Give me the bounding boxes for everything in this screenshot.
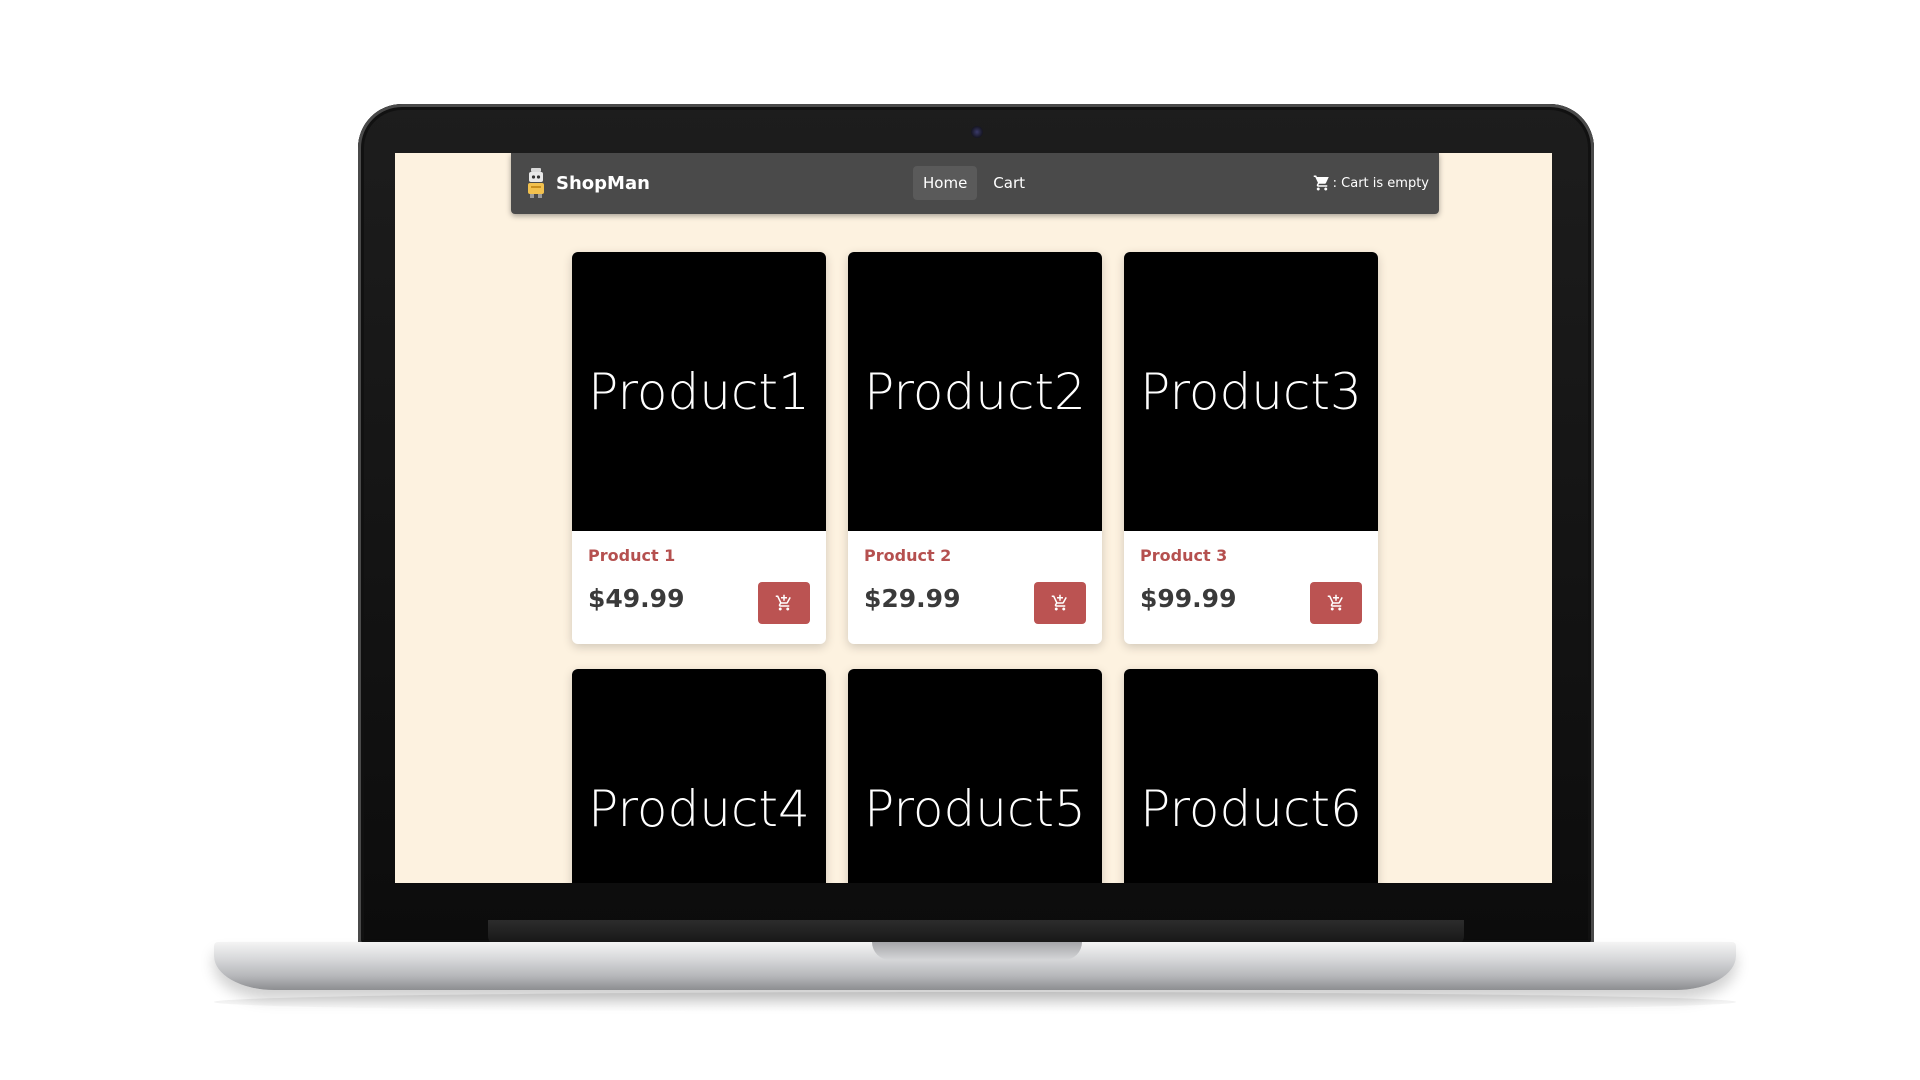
webcam-icon bbox=[971, 126, 983, 138]
product-image[interactable]: Product6 bbox=[1124, 669, 1378, 883]
product-image[interactable]: Product5 bbox=[848, 669, 1102, 883]
product-card[interactable]: Product6 bbox=[1124, 669, 1378, 883]
product-card[interactable]: Product4 bbox=[572, 669, 826, 883]
add-to-cart-icon bbox=[1327, 594, 1343, 611]
product-image-label: Product6 bbox=[1140, 779, 1362, 838]
laptop-notch bbox=[872, 942, 1082, 960]
shopping-cart-icon bbox=[1313, 175, 1329, 191]
product-card-body: Product 1 $49.99 bbox=[572, 531, 826, 644]
product-image[interactable]: Product4 bbox=[572, 669, 826, 883]
product-card[interactable]: Product2 Product 2 $29.99 bbox=[848, 252, 1102, 644]
product-grid: Product1 Product 1 $49.99 Product2 Produ… bbox=[572, 252, 1378, 883]
add-to-cart-button[interactable] bbox=[1310, 582, 1362, 624]
product-title[interactable]: Product 2 bbox=[864, 546, 951, 565]
nav-links: Home Cart bbox=[913, 166, 1035, 200]
product-card[interactable]: Product1 Product 1 $49.99 bbox=[572, 252, 826, 644]
product-image[interactable]: Product2 bbox=[848, 252, 1102, 531]
add-to-cart-button[interactable] bbox=[758, 582, 810, 624]
cart-status[interactable]: : Cart is empty bbox=[1313, 174, 1429, 192]
product-card-body: Product 3 $99.99 bbox=[1124, 531, 1378, 644]
product-image-label: Product3 bbox=[1140, 362, 1362, 421]
cart-status-text: : Cart is empty bbox=[1332, 175, 1429, 191]
product-price: $99.99 bbox=[1140, 584, 1237, 613]
product-image-label: Product1 bbox=[588, 362, 810, 421]
product-card[interactable]: Product5 bbox=[848, 669, 1102, 883]
product-title[interactable]: Product 3 bbox=[1140, 546, 1227, 565]
robot-logo-icon bbox=[528, 168, 544, 198]
product-card[interactable]: Product3 Product 3 $99.99 bbox=[1124, 252, 1378, 644]
brand[interactable]: ShopMan bbox=[525, 167, 650, 199]
product-image-label: Product2 bbox=[864, 362, 1086, 421]
laptop-shadow bbox=[214, 992, 1736, 1012]
top-navbar: ShopMan Home Cart : Cart is empty bbox=[511, 153, 1439, 214]
product-image[interactable]: Product1 bbox=[572, 252, 826, 531]
brand-name: ShopMan bbox=[556, 172, 650, 194]
add-to-cart-icon bbox=[775, 594, 791, 611]
nav-cart-link[interactable]: Cart bbox=[983, 166, 1035, 200]
add-to-cart-button[interactable] bbox=[1034, 582, 1086, 624]
product-image[interactable]: Product3 bbox=[1124, 252, 1378, 531]
add-to-cart-icon bbox=[1051, 594, 1067, 611]
nav-home-link[interactable]: Home bbox=[913, 166, 978, 200]
product-title[interactable]: Product 1 bbox=[588, 546, 675, 565]
laptop-screen: ShopMan Home Cart : Cart is empty Produc… bbox=[395, 153, 1552, 883]
product-price: $29.99 bbox=[864, 584, 961, 613]
product-price: $49.99 bbox=[588, 584, 685, 613]
product-image-label: Product5 bbox=[864, 779, 1086, 838]
product-image-label: Product4 bbox=[588, 779, 810, 838]
product-card-body: Product 2 $29.99 bbox=[848, 531, 1102, 644]
